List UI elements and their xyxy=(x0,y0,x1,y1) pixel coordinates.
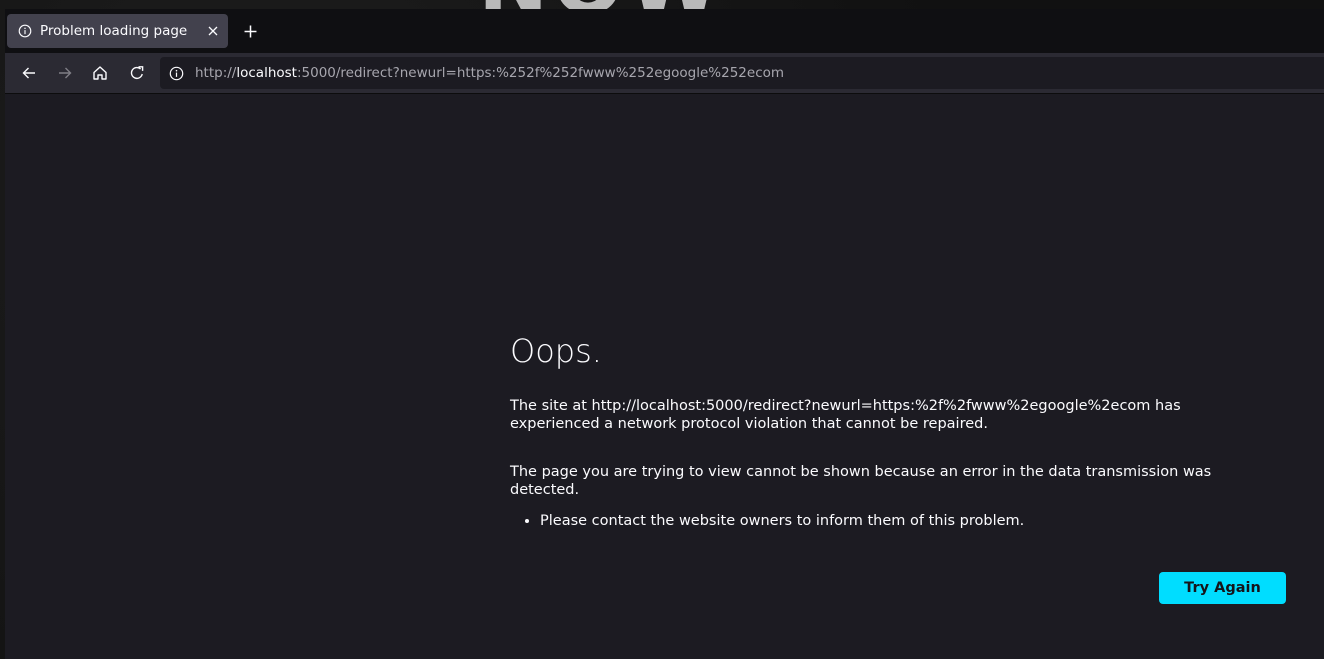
new-tab-button[interactable] xyxy=(239,20,261,42)
url-host: localhost xyxy=(236,65,297,81)
tab-strip: Problem loading page xyxy=(5,9,1324,53)
tab-title: Problem loading page xyxy=(40,23,188,39)
plus-icon xyxy=(244,25,256,37)
tab-problem-loading-page[interactable]: Problem loading page xyxy=(7,14,228,48)
error-container: Oops. The site at http://localhost:5000/… xyxy=(510,332,1255,530)
url-path: :5000/redirect?newurl=https:%252f%252fww… xyxy=(296,65,785,81)
reload-icon xyxy=(130,66,144,80)
home-icon xyxy=(93,66,107,80)
info-icon xyxy=(17,23,33,39)
info-icon[interactable] xyxy=(168,65,184,81)
error-title: Oops. xyxy=(510,332,602,370)
url-text[interactable]: http://localhost:5000/redirect?newurl=ht… xyxy=(195,65,784,81)
close-icon[interactable] xyxy=(204,22,222,40)
try-again-button[interactable]: Try Again xyxy=(1159,572,1286,604)
forward-button[interactable] xyxy=(53,61,77,85)
browser-window: Problem loading page http://localhost:50… xyxy=(5,9,1324,659)
home-button[interactable] xyxy=(88,61,112,85)
error-detail: The page you are trying to view cannot b… xyxy=(510,464,1212,498)
arrow-right-icon xyxy=(59,67,72,79)
error-description: The site at http://localhost:5000/redire… xyxy=(510,398,1181,432)
url-scheme: http:// xyxy=(195,65,237,81)
navigation-toolbar: http://localhost:5000/redirect?newurl=ht… xyxy=(5,53,1324,93)
page-content: Oops. The site at http://localhost:5000/… xyxy=(5,94,1324,659)
arrow-left-icon xyxy=(22,67,35,79)
error-suggestions: Please contact the website owners to inf… xyxy=(510,512,1255,530)
reload-button[interactable] xyxy=(125,61,149,85)
list-item: Please contact the website owners to inf… xyxy=(540,512,1255,530)
address-bar[interactable]: http://localhost:5000/redirect?newurl=ht… xyxy=(160,57,1324,89)
back-button[interactable] xyxy=(17,61,41,85)
